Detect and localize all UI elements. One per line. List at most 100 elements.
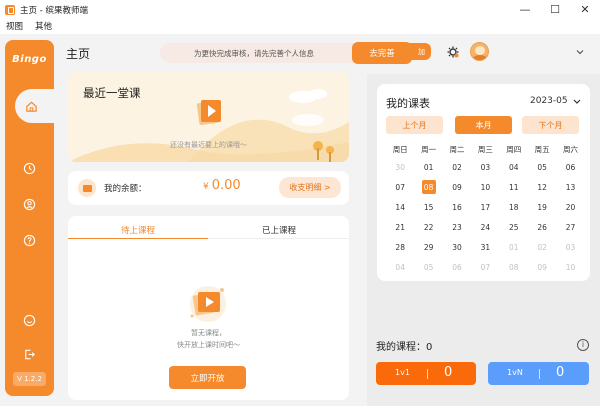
sidebar-item-schedule[interactable] — [22, 161, 36, 175]
recent-lesson-empty-text: 还没有最近要上的课哦～ — [170, 141, 247, 149]
calendar-day[interactable]: 09 — [443, 177, 471, 197]
calendar-day[interactable]: 30 — [443, 237, 471, 257]
calendar-day[interactable]: 29 — [414, 237, 442, 257]
calendar-day[interactable]: 27 — [556, 217, 584, 237]
calendar-day[interactable]: 01 — [500, 237, 528, 257]
maximize-button[interactable]: ☐ — [540, 0, 570, 19]
calendar-week-row: 28 29 30 31 01 02 03 — [386, 237, 585, 257]
wallet-icon — [78, 179, 96, 197]
weekday-label: 周六 — [563, 144, 579, 154]
calendar-day[interactable]: 16 — [443, 197, 471, 217]
calendar-title: 我的课表 — [386, 97, 430, 110]
tab-upcoming[interactable]: 待上课程 — [68, 224, 208, 236]
calendar-day[interactable]: 05 — [528, 157, 556, 177]
stat-divider — [539, 369, 540, 379]
calendar-day[interactable]: 14 — [386, 197, 414, 217]
calendar-day[interactable]: 20 — [556, 197, 584, 217]
my-courses-label: 我的课程：0 — [376, 338, 432, 353]
balance-value: ¥0.00 — [203, 178, 241, 193]
tab-divider — [208, 238, 349, 239]
calendar-day[interactable]: 18 — [500, 197, 528, 217]
recent-lesson-card: 最近一堂课 还没有最近要上的课哦～ — [68, 72, 349, 162]
calendar-day[interactable]: 08 — [500, 257, 528, 277]
complete-info-button[interactable]: 去完善 — [352, 42, 412, 64]
sidebar: Bingo V 1.2.2 — [5, 40, 59, 396]
calendar-day[interactable]: 05 — [414, 257, 442, 277]
settings-icon[interactable] — [446, 45, 460, 59]
balance-amount: 0.00 — [211, 178, 241, 193]
calendar-day[interactable]: 31 — [471, 237, 499, 257]
prev-month-button[interactable]: 上个月 — [386, 116, 443, 134]
calendar-day[interactable]: 21 — [386, 217, 414, 237]
minimize-button[interactable]: — — [510, 0, 540, 19]
calendar-week-row: 21 22 23 24 25 26 27 — [386, 217, 585, 237]
chevron-down-icon[interactable] — [576, 48, 584, 56]
calendar-day[interactable]: 22 — [414, 217, 442, 237]
next-month-button[interactable]: 下个月 — [522, 116, 579, 134]
calendar-day[interactable]: 26 — [528, 217, 556, 237]
calendar-day[interactable]: 07 — [471, 257, 499, 277]
calendar-day[interactable]: 19 — [528, 197, 556, 217]
user-icon — [23, 198, 35, 210]
weekday-label: 周五 — [534, 144, 550, 154]
calendar-day[interactable]: 10 — [471, 177, 499, 197]
calendar-month-select[interactable]: 2023-05 — [530, 96, 568, 106]
calendar-day[interactable]: 08 — [414, 177, 442, 197]
stat-1v1[interactable]: 1v1 0 — [376, 362, 476, 385]
avatar[interactable] — [470, 42, 489, 61]
calendar-day[interactable]: 01 — [414, 157, 442, 177]
calendar-week-row: 14 15 16 17 18 19 20 — [386, 197, 585, 217]
weekday-row: 周日 周一 周二 周三 周四 周五 周六 — [386, 141, 585, 157]
calendar-day[interactable]: 23 — [443, 217, 471, 237]
sidebar-item-service[interactable] — [22, 313, 36, 327]
courses-empty-line2: 快开放上课时间吧～ — [177, 341, 240, 349]
sidebar-item-help[interactable] — [22, 233, 36, 247]
sidebar-item-logout[interactable] — [22, 347, 36, 361]
calendar-day[interactable]: 12 — [528, 177, 556, 197]
calendar-day[interactable]: 13 — [556, 177, 584, 197]
app-icon — [5, 4, 15, 15]
calendar-day[interactable]: 06 — [556, 157, 584, 177]
calendar-day[interactable]: 30 — [386, 157, 414, 177]
calendar-day[interactable]: 03 — [471, 157, 499, 177]
calendar-today[interactable]: 08 — [421, 180, 436, 194]
calendar-day[interactable]: 25 — [500, 217, 528, 237]
current-month-button[interactable]: 本月 — [455, 116, 512, 134]
title-bar: 主页 - 缤果教师端 — ☐ ✕ — [0, 0, 600, 19]
calendar-grid: 周日 周一 周二 周三 周四 周五 周六 30 01 02 03 04 05 06 07 08 0… — [386, 141, 585, 277]
my-courses-count: 0 — [426, 342, 433, 353]
tab-completed[interactable]: 已上课程 — [209, 224, 349, 236]
calendar-day[interactable]: 03 — [556, 237, 584, 257]
calendar-day[interactable]: 10 — [556, 257, 584, 277]
calendar-day[interactable]: 02 — [528, 237, 556, 257]
stat-1vn[interactable]: 1vN 0 — [488, 362, 589, 385]
sidebar-item-home[interactable] — [15, 89, 59, 123]
calendar-day[interactable]: 06 — [443, 257, 471, 277]
ledger-button[interactable]: 收支明细 > — [279, 177, 341, 198]
sidebar-item-profile[interactable] — [22, 197, 36, 211]
open-schedule-button[interactable]: 立即开放 — [169, 366, 246, 389]
menu-view[interactable]: 视图 — [6, 20, 23, 32]
calendar-day[interactable]: 07 — [386, 177, 414, 197]
calendar-day[interactable]: 17 — [471, 197, 499, 217]
weekday-label: 周日 — [392, 144, 408, 154]
clock-icon — [23, 162, 35, 174]
calendar-day[interactable]: 04 — [386, 257, 414, 277]
calendar-day[interactable]: 09 — [528, 257, 556, 277]
smile-icon — [23, 314, 35, 326]
menu-bar: 视图 其他 — [0, 19, 600, 33]
calendar-day[interactable]: 15 — [414, 197, 442, 217]
info-icon[interactable]: i — [577, 339, 589, 351]
calendar-day[interactable]: 02 — [443, 157, 471, 177]
help-icon — [23, 234, 35, 246]
calendar-day[interactable]: 24 — [471, 217, 499, 237]
my-courses-label-text: 我的课程： — [376, 342, 426, 353]
chevron-down-icon[interactable] — [573, 98, 581, 105]
menu-other[interactable]: 其他 — [35, 20, 52, 32]
calendar-day[interactable]: 04 — [500, 157, 528, 177]
version-label: V 1.2.2 — [13, 372, 46, 386]
logout-icon — [24, 349, 35, 359]
close-button[interactable]: ✕ — [570, 0, 600, 19]
calendar-day[interactable]: 11 — [500, 177, 528, 197]
calendar-day[interactable]: 28 — [386, 237, 414, 257]
